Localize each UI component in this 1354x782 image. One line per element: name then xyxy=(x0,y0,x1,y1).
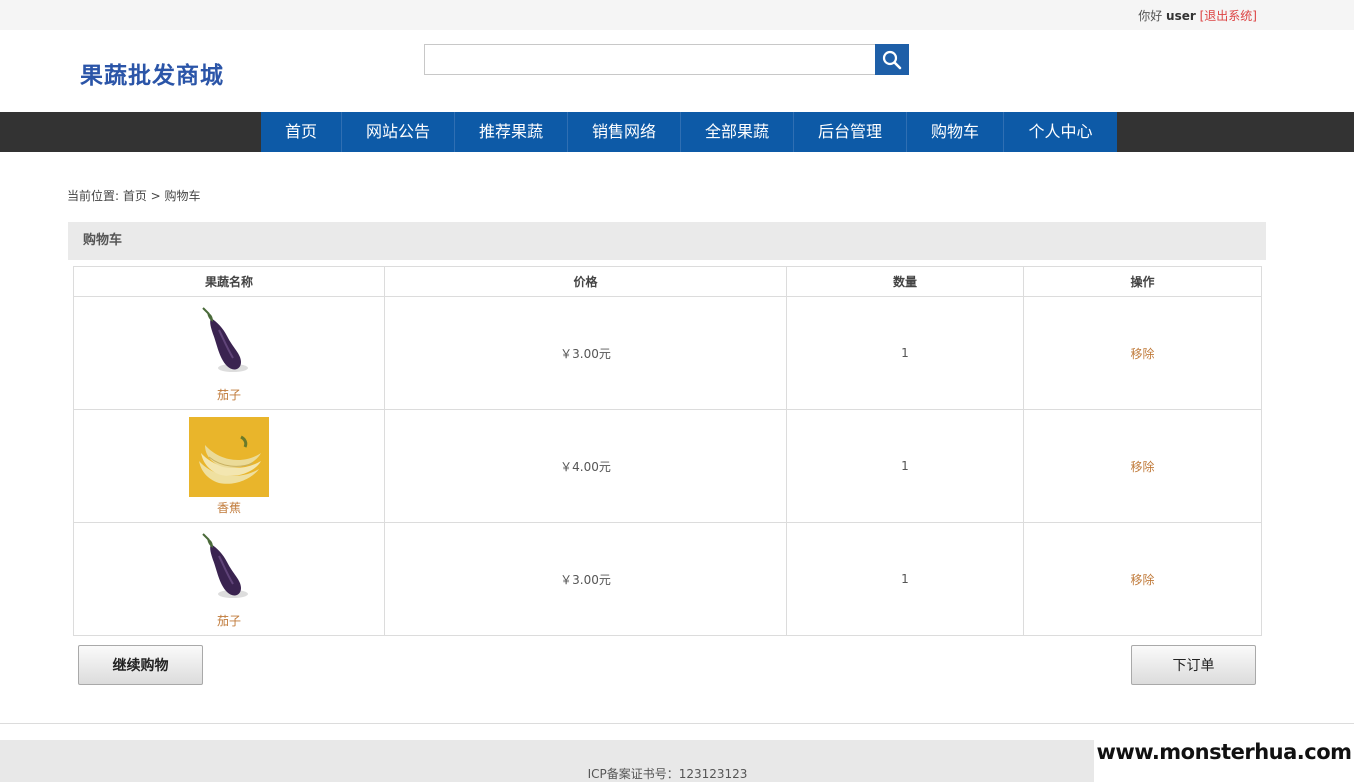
price-cell: ￥4.00元 xyxy=(384,409,787,523)
product-name[interactable]: 茄子 xyxy=(74,612,384,629)
user-greeting: 你好 user [退出系统] xyxy=(1138,7,1257,24)
logout-link[interactable]: [退出系统] xyxy=(1200,9,1257,23)
site-logo[interactable]: 果蔬批发商城 xyxy=(80,56,224,90)
table-row: 茄子 ￥3.00元 1 移除 xyxy=(73,522,1262,636)
nav-item-recommended[interactable]: 推荐果蔬 xyxy=(455,112,568,152)
col-header-price: 价格 xyxy=(384,266,787,297)
username: user xyxy=(1166,9,1196,23)
remove-link[interactable]: 移除 xyxy=(1130,460,1154,474)
table-row: 香蕉 ￥4.00元 1 移除 xyxy=(73,409,1262,523)
col-header-name: 果蔬名称 xyxy=(73,266,385,297)
nav-item-announcements[interactable]: 网站公告 xyxy=(342,112,455,152)
nav-item-admin[interactable]: 后台管理 xyxy=(794,112,907,152)
search-icon xyxy=(882,50,902,69)
watermark: www.monsterhua.com xyxy=(1094,724,1354,782)
product-cell: 茄子 xyxy=(73,522,385,636)
cart-table: 果蔬名称 价格 数量 操作 茄子 ￥3.00元 1 移除 香蕉 ￥4.00元 1… xyxy=(73,266,1262,636)
qty-cell: 1 xyxy=(786,296,1024,410)
top-bar: 你好 user [退出系统] xyxy=(0,0,1354,30)
breadcrumb: 当前位置: 首页 > 购物车 xyxy=(67,189,201,203)
qty-cell: 1 xyxy=(786,522,1024,636)
nav-item-home[interactable]: 首页 xyxy=(261,112,342,152)
remove-link[interactable]: 移除 xyxy=(1130,347,1154,361)
product-cell: 香蕉 xyxy=(73,409,385,523)
remove-link[interactable]: 移除 xyxy=(1130,573,1154,587)
product-name[interactable]: 香蕉 xyxy=(74,499,384,516)
action-cell: 移除 xyxy=(1023,296,1262,410)
eggplant-image[interactable] xyxy=(189,529,269,610)
action-cell: 移除 xyxy=(1023,522,1262,636)
place-order-button[interactable]: 下订单 xyxy=(1131,645,1256,685)
product-cell: 茄子 xyxy=(73,296,385,410)
action-cell: 移除 xyxy=(1023,409,1262,523)
product-name[interactable]: 茄子 xyxy=(74,386,384,403)
nav-item-profile[interactable]: 个人中心 xyxy=(1004,112,1117,152)
price-cell: ￥3.00元 xyxy=(384,296,787,410)
continue-shopping-button[interactable]: 继续购物 xyxy=(78,645,203,685)
search-input[interactable] xyxy=(424,44,876,75)
panel-title: 购物车 xyxy=(68,222,1266,260)
table-row: 茄子 ￥3.00元 1 移除 xyxy=(73,296,1262,410)
nav-item-cart[interactable]: 购物车 xyxy=(907,112,1004,152)
col-header-action: 操作 xyxy=(1023,266,1262,297)
greeting-text: 你好 xyxy=(1138,9,1163,23)
nav-item-all-produce[interactable]: 全部果蔬 xyxy=(681,112,794,152)
qty-cell: 1 xyxy=(786,409,1024,523)
banana-image[interactable] xyxy=(189,416,269,497)
nav-item-sales-network[interactable]: 销售网络 xyxy=(568,112,681,152)
price-cell: ￥3.00元 xyxy=(384,522,787,636)
search-button[interactable] xyxy=(875,44,909,75)
main-nav: 首页 网站公告 推荐果蔬 销售网络 全部果蔬 后台管理 购物车 个人中心 xyxy=(0,112,1354,152)
table-header-row: 果蔬名称 价格 数量 操作 xyxy=(73,266,1262,297)
eggplant-image[interactable] xyxy=(189,303,269,384)
col-header-qty: 数量 xyxy=(786,266,1024,297)
